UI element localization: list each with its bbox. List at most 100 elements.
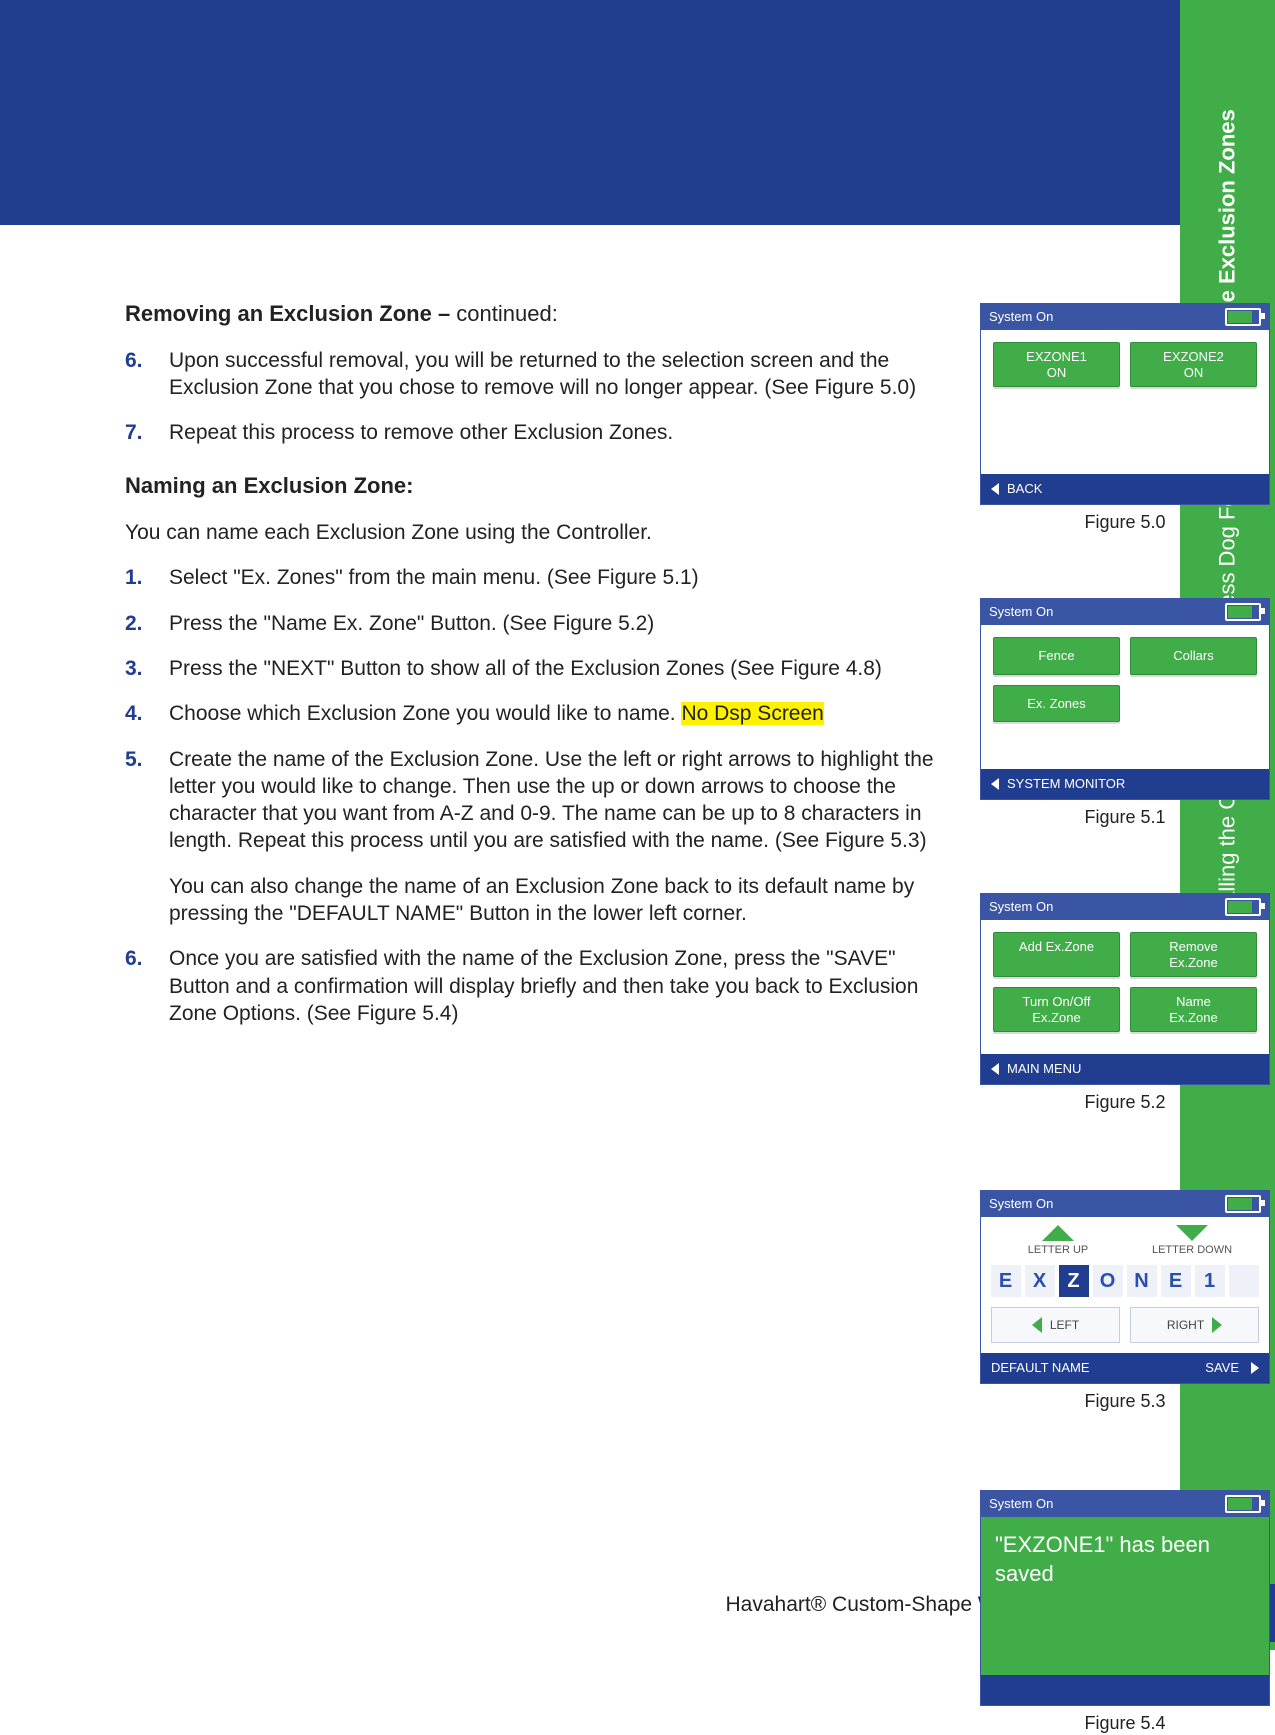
bottom-bar-label: BACK [1007, 481, 1042, 498]
back-arrow-icon [991, 778, 999, 790]
status-text: System On [989, 1496, 1053, 1513]
step-num: 6. [125, 945, 159, 972]
figure-5-2: System On Add Ex.Zone Remove Ex.Zone Tur… [980, 893, 1270, 1114]
top-band [0, 0, 1275, 225]
bottom-bar[interactable]: BACK [981, 474, 1269, 504]
step-num: 1. [125, 564, 159, 591]
step-name-6: 6. Once you are satisfied with the name … [125, 945, 940, 1027]
char-1[interactable]: X [1025, 1265, 1055, 1297]
bottom-bar[interactable]: SYSTEM MONITOR [981, 769, 1269, 799]
status-text: System On [989, 1196, 1053, 1213]
figure-5-1: System On Fence Collars Ex. Zones SYSTEM… [980, 598, 1270, 829]
char-6[interactable]: 1 [1195, 1265, 1225, 1297]
screen-5-4: System On "EXZONE1" has been saved [980, 1490, 1270, 1706]
step-remove-6: 6. Upon successful removal, you will be … [125, 347, 940, 402]
step-text: Upon successful removal, you will be ret… [169, 349, 916, 399]
step-num: 2. [125, 610, 159, 637]
tile-remove-exzone[interactable]: Remove Ex.Zone [1130, 932, 1257, 977]
status-bar: System On [981, 304, 1269, 330]
bottom-bar[interactable]: MAIN MENU [981, 1054, 1269, 1084]
screen-5-1: System On Fence Collars Ex. Zones SYSTEM… [980, 598, 1270, 800]
status-bar: System On [981, 1191, 1269, 1217]
step-num: 7. [125, 419, 159, 446]
left-button[interactable]: LEFT [991, 1307, 1120, 1343]
letter-up-label: LETTER UP [991, 1243, 1125, 1257]
battery-icon [1225, 308, 1261, 326]
figure-caption: Figure 5.2 [980, 1091, 1270, 1114]
tile-name-exzone[interactable]: Name Ex.Zone [1130, 987, 1257, 1032]
figure-caption: Figure 5.4 [980, 1712, 1270, 1735]
step-name-2: 2. Press the "Name Ex. Zone" Button. (Se… [125, 610, 940, 637]
right-button[interactable]: RIGHT [1130, 1307, 1259, 1343]
heading-removing: Removing an Exclusion Zone – continued: [125, 300, 940, 329]
letter-up-icon[interactable] [1042, 1225, 1074, 1241]
save-confirmation: "EXZONE1" has been saved [981, 1517, 1269, 1675]
letter-down-label: LETTER DOWN [1125, 1243, 1259, 1257]
char-0[interactable]: E [991, 1265, 1021, 1297]
tile-collars[interactable]: Collars [1130, 637, 1257, 675]
char-3[interactable]: O [1093, 1265, 1123, 1297]
screen-5-0: System On EXZONE1 ON EXZONE2 ON BACK [980, 303, 1270, 505]
screen-5-3: System On LETTER UP LETTER DOWN E X Z O … [980, 1190, 1270, 1384]
tile-exzone1[interactable]: EXZONE1 ON [993, 342, 1120, 387]
status-bar: System On [981, 894, 1269, 920]
status-bar: System On [981, 599, 1269, 625]
step-num: 4. [125, 700, 159, 727]
steps-naming: 1. Select "Ex. Zones" from the main menu… [125, 564, 940, 1027]
step-text: Once you are satisfied with the name of … [169, 947, 918, 1025]
tile-add-exzone[interactable]: Add Ex.Zone [993, 932, 1120, 977]
figure-caption: Figure 5.3 [980, 1390, 1270, 1413]
step-text: Press the "Name Ex. Zone" Button. (See F… [169, 612, 654, 635]
letter-down-icon[interactable] [1176, 1225, 1208, 1241]
screen-5-2: System On Add Ex.Zone Remove Ex.Zone Tur… [980, 893, 1270, 1085]
tile-toggle-exzone[interactable]: Turn On/Off Ex.Zone [993, 987, 1120, 1032]
step-num: 5. [125, 746, 159, 773]
step-remove-7: 7. Repeat this process to remove other E… [125, 419, 940, 446]
tile-exzones[interactable]: Ex. Zones [993, 685, 1120, 723]
char-5[interactable]: E [1161, 1265, 1191, 1297]
save-arrow-icon [1251, 1362, 1259, 1374]
default-name-button[interactable]: DEFAULT NAME [991, 1360, 1089, 1377]
back-arrow-icon [991, 1063, 999, 1075]
step-text: Choose which Exclusion Zone you would li… [169, 702, 681, 725]
heading-removing-a: Removing an Exclusion Zone – [125, 301, 456, 326]
bottom-bar: DEFAULT NAME SAVE [981, 1353, 1269, 1383]
left-arrow-icon [1032, 1317, 1042, 1333]
highlighted-note: No Dsp Screen [681, 702, 823, 725]
step-name-1: 1. Select "Ex. Zones" from the main menu… [125, 564, 940, 591]
step-text-extra: You can also change the name of an Exclu… [169, 873, 940, 928]
bottom-bar [981, 1675, 1269, 1705]
status-text: System On [989, 899, 1053, 916]
battery-icon [1225, 898, 1261, 916]
step-text: Press the "NEXT" Button to show all of t… [169, 657, 882, 680]
save-button[interactable]: SAVE [1205, 1360, 1259, 1377]
tile-exzone2[interactable]: EXZONE2 ON [1130, 342, 1257, 387]
naming-intro: You can name each Exclusion Zone using t… [125, 519, 940, 546]
right-label: RIGHT [1167, 1318, 1204, 1334]
step-text: Create the name of the Exclusion Zone. U… [169, 748, 934, 853]
step-name-4: 4. Choose which Exclusion Zone you would… [125, 700, 940, 727]
figure-caption: Figure 5.1 [980, 806, 1270, 829]
status-bar: System On [981, 1491, 1269, 1517]
steps-removing: 6. Upon successful removal, you will be … [125, 347, 940, 447]
tile-fence[interactable]: Fence [993, 637, 1120, 675]
char-7[interactable] [1229, 1265, 1259, 1297]
status-text: System On [989, 604, 1053, 621]
char-2[interactable]: Z [1059, 1265, 1089, 1297]
figure-5-3: System On LETTER UP LETTER DOWN E X Z O … [980, 1190, 1270, 1414]
bottom-bar-label: MAIN MENU [1007, 1061, 1081, 1078]
char-4[interactable]: N [1127, 1265, 1157, 1297]
battery-icon [1225, 1195, 1261, 1213]
save-label: SAVE [1205, 1360, 1239, 1377]
char-row: E X Z O N E 1 [991, 1265, 1259, 1297]
step-num: 6. [125, 347, 159, 374]
step-text: Repeat this process to remove other Excl… [169, 421, 673, 444]
battery-icon [1225, 603, 1261, 621]
heading-removing-b: continued: [456, 301, 558, 326]
figure-5-4: System On "EXZONE1" has been saved Figur… [980, 1490, 1270, 1735]
left-label: LEFT [1050, 1318, 1079, 1334]
step-name-3: 3. Press the "NEXT" Button to show all o… [125, 655, 940, 682]
figure-caption: Figure 5.0 [980, 511, 1270, 534]
step-num: 3. [125, 655, 159, 682]
bottom-bar-label: SYSTEM MONITOR [1007, 776, 1125, 793]
